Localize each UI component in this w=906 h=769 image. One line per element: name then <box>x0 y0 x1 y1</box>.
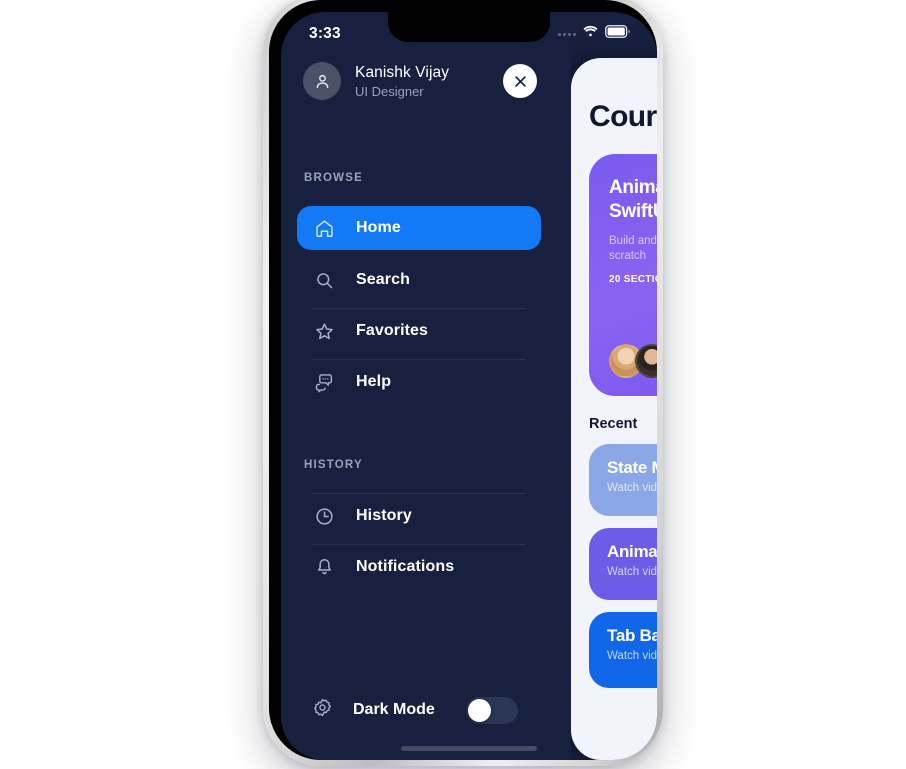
sidebar-item-label: Search <box>356 271 410 288</box>
dark-mode-label: Dark Mode <box>353 701 435 718</box>
sidebar-item-notifications[interactable]: Notifications <box>297 545 541 589</box>
recent-card-subtitle: Watch video <box>607 566 657 578</box>
wifi-icon <box>582 25 599 43</box>
recent-card-title: Tab Bar <box>607 626 657 645</box>
sidebar-item-history[interactable]: History <box>297 494 541 538</box>
notch <box>388 12 550 42</box>
bell-icon <box>312 555 336 579</box>
recent-card-title: State Machine <box>607 458 657 477</box>
section-label-browse: BROWSE <box>304 172 363 184</box>
profile-role: UI Designer <box>355 83 424 99</box>
close-button[interactable] <box>503 64 537 98</box>
recent-card[interactable]: Tab Bar Watch video <box>589 612 657 688</box>
recent-card[interactable]: State Machine Watch video <box>589 444 657 516</box>
featured-course-description: Build and animate an app from scratch <box>609 234 657 263</box>
battery-icon <box>605 25 631 43</box>
phone-bezel: Courses Animations in SwiftUI Build and … <box>269 0 657 760</box>
dark-mode-row[interactable]: Dark Mode <box>297 688 541 732</box>
recent-card[interactable]: Animated Tab Watch video <box>589 528 657 600</box>
sidebar-item-help[interactable]: Help <box>297 360 541 404</box>
sidebar-item-label: Home <box>356 219 401 236</box>
home-indicator[interactable] <box>401 746 537 751</box>
sidebar-item-label: Favorites <box>356 322 429 339</box>
featured-course-card[interactable]: Animations in SwiftUI Build and animate … <box>589 154 657 396</box>
sidebar-item-label: History <box>356 507 412 524</box>
screenshot-root: Courses Animations in SwiftUI Build and … <box>0 0 906 769</box>
recent-card-subtitle: Watch video <box>607 650 657 662</box>
sidebar-item-home[interactable]: Home <box>297 206 541 250</box>
home-icon <box>312 216 336 240</box>
featured-course-title: Animations in SwiftUI <box>609 177 657 222</box>
gear-icon <box>312 697 333 723</box>
sidebar-item-label: Notifications <box>356 558 455 575</box>
featured-course-sections: 20 SECTIONS <box>609 273 657 285</box>
phone-frame: Courses Animations in SwiftUI Build and … <box>263 0 663 766</box>
star-icon <box>312 319 336 343</box>
person-icon <box>303 62 341 100</box>
featured-course-avatars <box>609 344 657 378</box>
clock-icon <box>312 504 336 528</box>
search-icon <box>312 268 336 292</box>
side-menu: Kanishk Vijay UI Designer BROWSE Home Se… <box>281 12 571 760</box>
phone-screen: Courses Animations in SwiftUI Build and … <box>281 12 657 760</box>
courses-heading: Courses <box>589 100 657 133</box>
recent-card-title: Animated Tab <box>607 542 657 561</box>
sidebar-item-label: Help <box>356 373 392 390</box>
avatar <box>635 344 657 378</box>
courses-page[interactable]: Courses Animations in SwiftUI Build and … <box>571 58 657 760</box>
sidebar-item-favorites[interactable]: Favorites <box>297 309 541 353</box>
dark-mode-toggle[interactable] <box>466 697 518 724</box>
profile-row[interactable]: Kanishk Vijay UI Designer <box>303 62 549 100</box>
recent-heading: Recent <box>589 416 638 432</box>
sidebar-item-search[interactable]: Search <box>297 258 541 302</box>
profile-text: Kanishk Vijay UI Designer <box>355 64 449 99</box>
recent-card-subtitle: Watch video <box>607 482 657 494</box>
chat-bubbles-icon <box>312 370 336 394</box>
section-label-history: HISTORY <box>304 459 363 471</box>
profile-name: Kanishk Vijay <box>355 63 450 81</box>
toggle-knob <box>468 699 491 722</box>
